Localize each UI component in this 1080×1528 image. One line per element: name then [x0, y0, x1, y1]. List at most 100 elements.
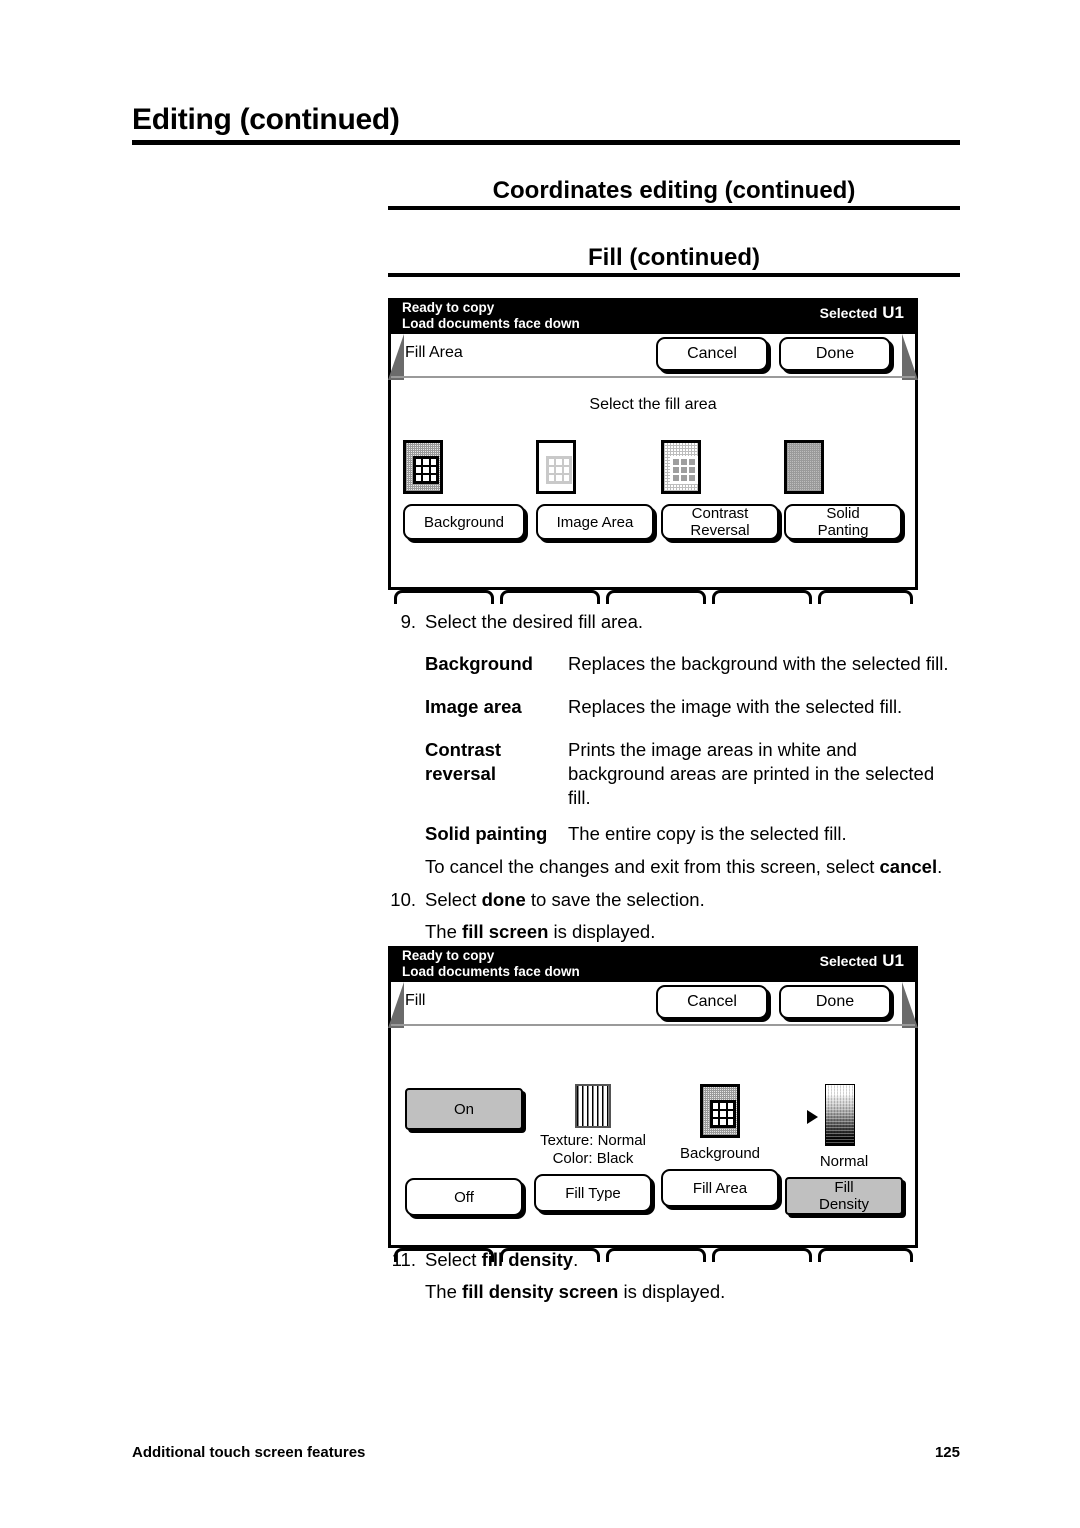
def-term-solid-painting: Solid painting [425, 823, 548, 844]
fill-density-group: Normal Fill Density [785, 1084, 903, 1215]
cancel-button[interactable]: Cancel [656, 337, 768, 371]
off-button-label: Off [454, 1188, 474, 1206]
option-solid-painting: Solid Panting [784, 440, 902, 540]
page-number: 125 [934, 1444, 960, 1461]
contrast-reversal-button[interactable]: Contrast Reversal [661, 504, 779, 540]
done-button-label: Done [815, 345, 855, 362]
step-11-text: Select fill density. [425, 1248, 965, 1272]
step-9-number: 9. [400, 611, 416, 632]
on-button[interactable]: On [405, 1088, 523, 1130]
dialog-body: Select the fill area Background Image Ar… [391, 378, 915, 584]
fill-type-value: Texture: Normal Color: Black [534, 1132, 652, 1168]
chapter-heading-text: Editing (continued) [132, 103, 400, 136]
fill-density-button[interactable]: Fill Density [785, 1177, 903, 1215]
step-11-number: 11. [391, 1249, 416, 1270]
background-fill-icon-grid [710, 1100, 736, 1128]
image-area-button-label: Image Area [556, 513, 634, 531]
cancel-button-label: Cancel [687, 345, 737, 362]
bottom-tab[interactable] [712, 590, 812, 604]
background-fill-icon [700, 1084, 740, 1138]
chapter-heading: Editing (continued) [132, 104, 960, 145]
cancel-button-label: Cancel [687, 993, 737, 1010]
subsection-heading-rule [388, 273, 960, 278]
density-gradient-icon [825, 1084, 855, 1146]
contrast-reversal-button-label-2: Reversal [690, 522, 750, 539]
option-image-area: Image Area [536, 440, 654, 540]
density-pointer-icon [807, 1110, 818, 1124]
done-button[interactable]: Done [779, 337, 891, 371]
def-term-background: Background [425, 653, 533, 674]
on-button-label: On [453, 1100, 474, 1118]
step-10-bold: done [481, 889, 526, 910]
off-button[interactable]: Off [405, 1178, 523, 1216]
selected-indicator: Selected U1 [820, 303, 904, 323]
fill-area-value: Background [679, 1145, 761, 1162]
bottom-tab[interactable] [818, 590, 913, 604]
background-fill-icon [403, 440, 443, 494]
solid-painting-button[interactable]: Solid Panting [784, 504, 902, 540]
dialog-title-bar: Fill Area Cancel Done [391, 334, 915, 378]
step-9-text: Select the desired fill area. [425, 611, 644, 632]
selected-value: U1 [882, 951, 904, 970]
selected-value: U1 [882, 303, 904, 322]
cancel-note: To cancel the changes and exit from this… [425, 855, 970, 879]
background-fill-icon-grid [413, 456, 439, 484]
fill-area-touchscreen: Ready to copy Load documents face down S… [388, 298, 918, 604]
step-10-sub-post: is displayed. [548, 921, 656, 942]
def-desc-contrast-1: Prints the image areas in white and [568, 739, 857, 760]
status-bar: Ready to copy Load documents face down S… [388, 298, 918, 334]
fill-type-button-label: Fill Type [565, 1184, 621, 1202]
def-desc-image-area: Replaces the image with the selected fil… [568, 696, 903, 717]
background-button[interactable]: Background [403, 504, 525, 540]
texture-value-line-2: Color: Black [552, 1150, 634, 1167]
def-term-reversal: reversal [425, 763, 496, 784]
bottom-tab[interactable] [500, 590, 600, 604]
bottom-tab[interactable] [606, 590, 706, 604]
option-background: Background [403, 440, 525, 540]
fill-type-button[interactable]: Fill Type [534, 1174, 652, 1212]
fill-touchscreen: Ready to copy Load documents face down S… [388, 946, 918, 1262]
fill-area-hint: Select the fill area [589, 396, 717, 413]
section-heading-rule [388, 206, 960, 211]
done-button[interactable]: Done [779, 985, 891, 1019]
fill-density-icon-wrap [785, 1084, 903, 1146]
fill-dialog: Fill Cancel Done On Off Texture: Normal … [388, 982, 918, 1248]
fill-onoff-group: On Off [405, 1088, 523, 1216]
solid-painting-button-label-1: Solid [826, 505, 860, 522]
step-10-sub-pre: The [425, 921, 463, 942]
step-10-number: 10. [390, 889, 416, 910]
fill-area-button[interactable]: Fill Area [661, 1169, 779, 1207]
dialog-title: Fill Area [405, 344, 463, 361]
texture-value-line-1: Texture: Normal [540, 1132, 646, 1149]
def-desc-background: Replaces the background with the selecte… [568, 653, 949, 674]
contrast-reversal-button-label-1: Contrast [691, 505, 749, 522]
document-page: Editing (continued) Coordinates editing … [0, 0, 1080, 1528]
subsection-heading: Fill (continued) [388, 245, 960, 278]
step-11-pre: Select [425, 1249, 482, 1270]
fill-area-button-label: Fill Area [692, 1179, 748, 1197]
image-area-fill-icon-grid [546, 456, 572, 484]
selected-label: Selected [819, 305, 878, 321]
image-area-button[interactable]: Image Area [536, 504, 654, 540]
step-11-sub-bold: fill density screen [462, 1281, 619, 1302]
fill-density-button-label-1: Fill [834, 1179, 854, 1196]
selected-label: Selected [819, 953, 878, 969]
step-11-sub-post: is displayed. [618, 1281, 726, 1302]
selected-indicator: Selected U1 [820, 951, 904, 971]
done-button-label: Done [815, 993, 855, 1010]
bottom-tab[interactable] [394, 590, 494, 604]
cancel-note-post: . [937, 856, 943, 877]
page-footer: Additional touch screen features 125 [132, 1444, 960, 1461]
step-11-sub-pre: The [425, 1281, 463, 1302]
cancel-button[interactable]: Cancel [656, 985, 768, 1019]
step-10-sub-bold: fill screen [462, 921, 549, 942]
def-term-contrast: Contrast [425, 739, 502, 760]
status-bar: Ready to copy Load documents face down S… [388, 946, 918, 982]
texture-pattern-icon [575, 1084, 611, 1128]
step-11-post: . [573, 1249, 579, 1270]
contrast-reversal-icon-grid [670, 456, 698, 484]
solid-painting-icon [784, 440, 824, 494]
fill-density-value: Normal [819, 1153, 869, 1170]
fill-density-button-label-2: Density [818, 1196, 870, 1213]
step-10-pre: Select [425, 889, 482, 910]
